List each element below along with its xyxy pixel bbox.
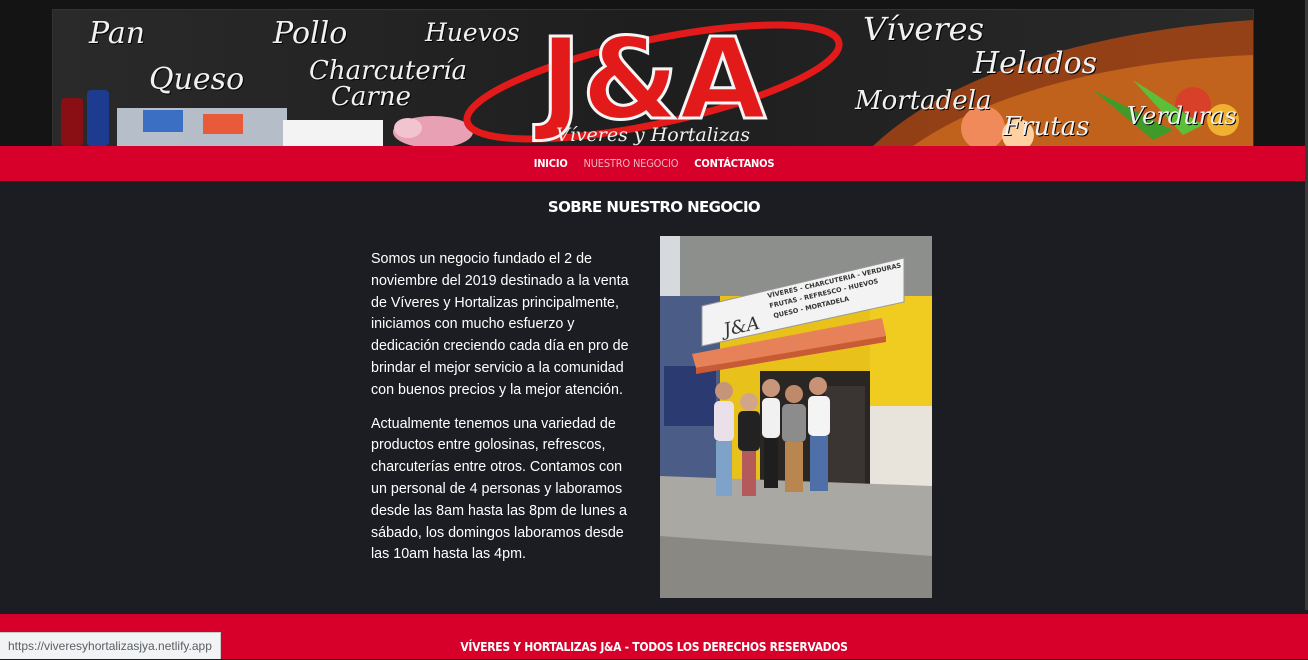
banner-word: Víveres xyxy=(863,10,985,48)
banner-word: Huevos xyxy=(425,18,520,47)
banner-word: Queso xyxy=(149,62,245,97)
nav-link-inicio[interactable]: Inicio xyxy=(534,157,568,170)
about-paragraph: Somos un negocio fundado el 2 de noviemb… xyxy=(371,251,629,398)
about-text: Somos un negocio fundado el 2 de noviemb… xyxy=(371,249,635,578)
section-title: Sobre nuestro negocio xyxy=(547,198,761,216)
banner-logo-subtitle: Víveres y Hortalizas xyxy=(556,124,750,146)
banner-word: Pollo xyxy=(273,16,348,51)
banner-word: Pan xyxy=(89,16,146,51)
banner-word: Frutas xyxy=(1003,112,1090,142)
about-paragraph: Actualmente tenemos una variedad de prod… xyxy=(371,415,627,563)
banner-word: Helados xyxy=(973,46,1098,81)
storefront-photo: J&A VÍVERES - CHARCUTERIA - VERDURAS FRU… xyxy=(660,236,932,598)
banner-word: Verduras xyxy=(1127,102,1237,130)
nav-link-contactanos[interactable]: Contáctanos xyxy=(694,157,774,170)
main-nav: Inicio Nuestro Negocio Contáctanos xyxy=(0,146,1308,181)
storefront-photo-graphic: J&A VÍVERES - CHARCUTERIA - VERDURAS FRU… xyxy=(660,236,932,598)
nav-link-nuestro-negocio[interactable]: Nuestro Negocio xyxy=(584,157,679,170)
banner-word: Mortadela xyxy=(855,86,992,116)
header-banner: J&A Víveres y Hortalizas Pan Pollo Huevo… xyxy=(52,9,1254,147)
banner-word: Carne xyxy=(331,82,411,112)
browser-status-url: https://viveresyhortalizasjya.netlify.ap… xyxy=(0,632,221,659)
